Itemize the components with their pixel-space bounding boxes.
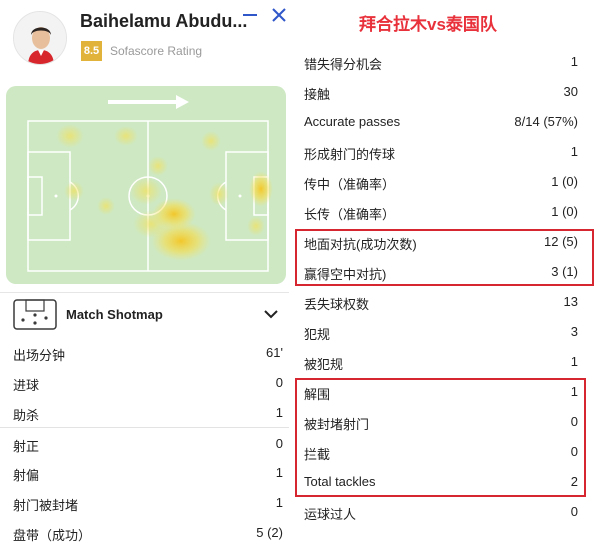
stat-label: 传中（准确率） xyxy=(304,177,396,192)
stat-row: 长传（准确率） 1 (0) xyxy=(289,196,600,226)
stat-value: 1 (0) xyxy=(551,174,578,189)
stat-row: 传中（准确率） 1 (0) xyxy=(289,166,600,196)
stat-label: Accurate passes xyxy=(304,114,401,129)
stat-value: 0 xyxy=(275,436,283,451)
stat-label: 射偏 xyxy=(13,468,40,483)
stat-row: 接触 30 xyxy=(289,76,600,106)
stat-row: 出场分钟 61' xyxy=(0,337,289,367)
shotmap-title: Match Shotmap xyxy=(66,307,163,322)
left-stats-list: 出场分钟 61' 进球 0 助杀 1 射正 0 射偏 1 射门被封堵 1 盘带（… xyxy=(0,337,289,547)
stat-label: 犯规 xyxy=(304,327,331,342)
attack-direction-arrow-icon xyxy=(108,95,189,109)
player-name: Baihelamu Abudu... xyxy=(80,11,248,31)
stat-label: 接触 xyxy=(304,87,331,102)
stat-row: 错失得分机会 1 xyxy=(289,46,600,76)
stat-label: 形成射门的传球 xyxy=(304,147,396,162)
rating-badge: 8.5 xyxy=(81,41,102,61)
stat-value: 61' xyxy=(266,345,283,360)
stat-value: 1 xyxy=(275,495,283,510)
stat-value: 0 xyxy=(275,375,283,390)
minimize-icon xyxy=(243,14,257,16)
stat-row: 助杀 1 xyxy=(0,397,289,427)
shotmap-toggle[interactable]: Match Shotmap xyxy=(0,292,289,335)
stat-label: 助杀 xyxy=(13,408,40,423)
stat-value: 13 xyxy=(563,294,578,309)
stat-label: 进球 xyxy=(13,378,40,393)
stat-label: 丢失球权数 xyxy=(304,297,370,312)
stat-row: 被犯规 1 xyxy=(289,346,600,376)
heatmap xyxy=(6,86,286,284)
close-button[interactable] xyxy=(268,4,290,26)
close-icon xyxy=(272,8,286,22)
stat-row: Accurate passes 8/14 (57%) xyxy=(289,106,600,136)
stat-row: 进球 0 xyxy=(0,367,289,397)
stat-label: 盘带（成功） xyxy=(13,528,92,543)
stat-label: 运球过人 xyxy=(304,507,357,522)
stat-value: 30 xyxy=(563,84,578,99)
stat-value: 0 xyxy=(570,504,578,519)
match-title: 拜合拉木vs泰国队 xyxy=(359,15,497,34)
stat-value: 1 xyxy=(570,354,578,369)
stat-row: 射偏 1 xyxy=(0,457,289,487)
stat-label: 长传（准确率） xyxy=(304,207,396,222)
player-panel: Baihelamu Abudu... 8.5 Sofascore Rating xyxy=(0,0,289,548)
stat-value: 1 xyxy=(275,405,283,420)
stat-label: 出场分钟 xyxy=(13,348,66,363)
stat-value: 5 (2) xyxy=(256,525,283,540)
stat-label: 被犯规 xyxy=(304,357,344,372)
stat-value: 3 xyxy=(570,324,578,339)
stat-label: 射正 xyxy=(13,439,40,454)
stat-value: 1 xyxy=(570,54,578,69)
highlight-box-defense xyxy=(295,378,586,497)
stat-value: 1 (0) xyxy=(551,204,578,219)
stat-row: 盘带（成功） 5 (2) xyxy=(0,517,289,547)
stat-value: 1 xyxy=(275,465,283,480)
stat-row: 丢失球权数 13 xyxy=(289,286,600,316)
stat-row: 射门被封堵 1 xyxy=(0,487,289,517)
stat-row: 形成射门的传球 1 xyxy=(289,136,600,166)
player-header: Baihelamu Abudu... 8.5 Sofascore Rating xyxy=(0,0,289,78)
stat-label: 错失得分机会 xyxy=(304,57,383,72)
stat-row: 犯规 3 xyxy=(289,316,600,346)
rating-label: Sofascore Rating xyxy=(110,44,203,58)
player-avatar xyxy=(13,11,67,65)
stat-value: 8/14 (57%) xyxy=(514,114,578,129)
chevron-down-icon[interactable] xyxy=(262,307,280,321)
minimize-button[interactable] xyxy=(240,4,262,26)
stat-row: 运球过人 0 xyxy=(289,496,600,526)
stat-value: 1 xyxy=(570,144,578,159)
shotmap-icon xyxy=(13,299,57,330)
highlight-box-duels xyxy=(295,229,594,286)
stat-row: 射正 0 xyxy=(0,427,289,457)
stat-label: 射门被封堵 xyxy=(13,498,79,513)
